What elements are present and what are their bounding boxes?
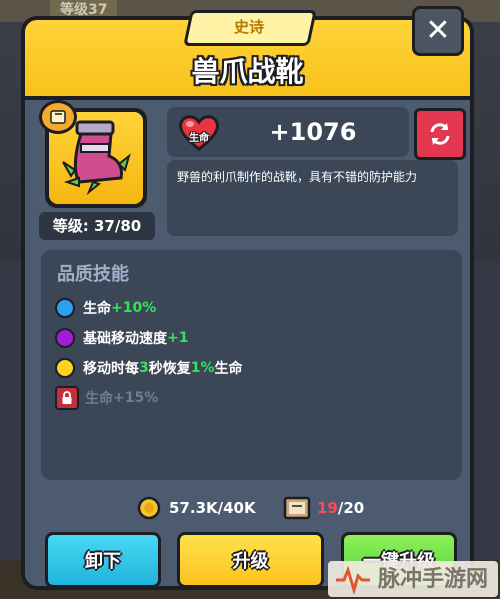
- skill-bonus: +1: [167, 330, 189, 346]
- lock-icon: [55, 386, 79, 410]
- item-description-box: 野兽的利爪制作的战靴，具有不错的防护能力: [167, 160, 458, 236]
- skills-title: 品质技能: [57, 264, 129, 285]
- unequip-button[interactable]: 卸下: [45, 532, 161, 586]
- swap-icon: [430, 123, 450, 145]
- skill-name: 生命: [83, 301, 111, 317]
- book-badge: [39, 100, 77, 134]
- close-button[interactable]: ✕: [412, 6, 464, 56]
- stat-value: +1076: [269, 118, 357, 146]
- book-icon: [50, 110, 66, 124]
- dialog-body: 兽爪战靴 等级: 37/80 生命 +1076 野兽的利爪制作的战靴，具有不错的…: [25, 20, 470, 586]
- swap-button[interactable]: [414, 108, 466, 160]
- yellow-quality-dot-icon: [55, 358, 75, 378]
- item-name: 兽爪战靴: [191, 55, 304, 88]
- blue-quality-dot-icon: [55, 298, 75, 318]
- book-icon: [283, 496, 311, 520]
- stat-icon-label: 生命: [189, 133, 209, 144]
- rarity-label: 史诗: [233, 18, 264, 36]
- skill-row: 基础移动速度 +1: [55, 326, 188, 350]
- book-count: 19/20: [317, 494, 364, 522]
- item-description: 野兽的利爪制作的战靴，具有不错的防护能力: [177, 170, 418, 184]
- skill-bonus: +10%: [111, 300, 157, 316]
- skill-prefix: 移动时每: [83, 361, 139, 377]
- item-icon-frame[interactable]: [39, 100, 147, 208]
- main-stat-box: 生命 +1076: [167, 107, 409, 157]
- locked-skill-bonus: +15%: [113, 390, 159, 406]
- upgrade-cost-row: 57.3K/40K 19/20: [25, 494, 470, 522]
- coin-icon: [137, 496, 161, 520]
- skill-mid: 秒恢复: [148, 361, 191, 377]
- item-level-label: 等级: 37/80: [39, 212, 155, 240]
- skill-row: 移动时每 3 秒恢复 1% 生命: [55, 356, 243, 380]
- purple-quality-dot-icon: [55, 328, 75, 348]
- item-detail-dialog: 兽爪战靴 等级: 37/80 生命 +1076 野兽的利爪制作的战靴，具有不错的…: [21, 6, 474, 590]
- coin-cost: 57.3K/40K: [169, 499, 256, 517]
- watermark-text: 脉冲手游网: [378, 567, 489, 592]
- skill-name: 基础移动速度: [83, 331, 167, 347]
- upgrade-button[interactable]: 升级: [177, 532, 324, 586]
- close-icon: ✕: [425, 13, 451, 48]
- book-count-total: /20: [337, 499, 365, 517]
- skill-row-locked: 生命 +15%: [55, 386, 158, 410]
- book-count-current: 19: [317, 499, 338, 517]
- quality-skills-panel: 品质技能 生命 +10% 基础移动速度 +1 移动时每 3 秒恢复 1% 生命: [41, 250, 462, 480]
- watermark-logo-icon: [336, 566, 370, 594]
- skill-suffix: 生命: [214, 361, 243, 377]
- locked-skill-name: 生命: [85, 391, 113, 407]
- skill-percent: 1%: [190, 360, 215, 376]
- skill-seconds: 3: [139, 360, 149, 376]
- skill-row: 生命 +10%: [55, 296, 156, 320]
